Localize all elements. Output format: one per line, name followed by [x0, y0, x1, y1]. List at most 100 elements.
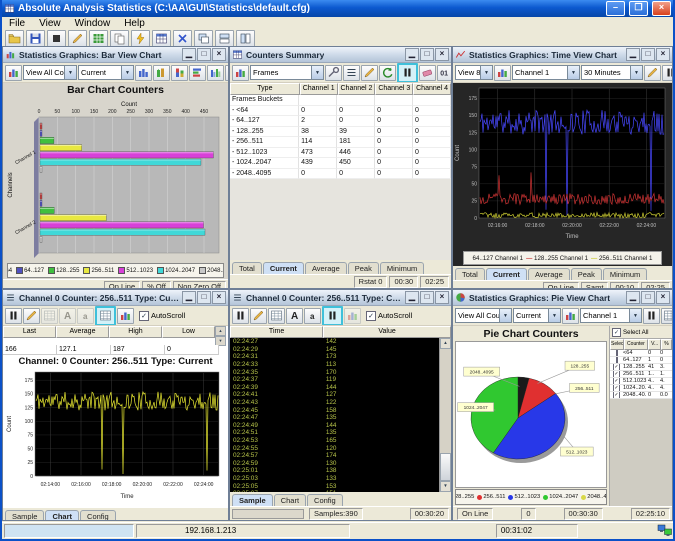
bar-chart-button[interactable]: [117, 308, 134, 324]
time-window-titlebar[interactable]: Statistics Graphics: Time View Chart ▁□×: [453, 47, 672, 63]
sample-row[interactable]: 02:24:33113: [230, 361, 451, 369]
sample-row[interactable]: 02:24:31173: [230, 353, 451, 361]
view-all-coun-combobox[interactable]: View All Coun...▼: [455, 308, 512, 323]
pie-table-row[interactable]: 64..12710: [610, 357, 672, 364]
autoscroll-checkbox[interactable]: ✓AutoScroll: [366, 311, 412, 321]
pause-button[interactable]: [397, 63, 418, 83]
pie-table-row[interactable]: ✓1024..20.4..4.: [610, 385, 672, 392]
row-checkbox[interactable]: ✓: [610, 392, 623, 398]
tab-config[interactable]: Config: [307, 494, 343, 506]
chevron-down-icon[interactable]: ▼: [480, 66, 492, 79]
chevron-down-icon[interactable]: ▼: [311, 66, 323, 79]
minimize-button[interactable]: –: [606, 1, 625, 16]
checkbox-checked-icon[interactable]: ✓: [366, 311, 376, 321]
select-all-checkbox[interactable]: ✓ Select All: [610, 326, 672, 339]
sample-row[interactable]: 02:24:51135: [230, 429, 451, 437]
chevron-down-icon[interactable]: ▼: [567, 66, 579, 79]
menu-view[interactable]: View: [32, 17, 68, 30]
grid-button[interactable]: [661, 308, 672, 324]
sample-row[interactable]: 02:24:29145: [230, 346, 451, 354]
bar-area-button[interactable]: [225, 65, 228, 81]
pause-button[interactable]: [5, 308, 22, 324]
tab-sample[interactable]: Sample: [232, 494, 273, 506]
summary-table-row[interactable]: - 512..102347344600: [230, 148, 451, 159]
view-all-cou-combobox[interactable]: View All Cou...▼: [23, 65, 77, 80]
pencil-button[interactable]: [644, 65, 661, 81]
tile-horizontal-button[interactable]: [215, 30, 234, 47]
bar-3d-button[interactable]: [153, 65, 170, 81]
sample-row[interactable]: 02:24:35170: [230, 368, 451, 376]
pie-window-titlebar[interactable]: Statistics Graphics: Pie View Chart ▁□×: [453, 290, 672, 306]
grid-button[interactable]: [95, 306, 116, 326]
cascade-button[interactable]: [194, 30, 213, 47]
bar-chart-button[interactable]: [344, 308, 361, 324]
menu-file[interactable]: File: [2, 17, 32, 30]
chevron-down-icon[interactable]: ▼: [499, 309, 511, 322]
column-header-channel-4[interactable]: Channel 4: [413, 83, 451, 95]
minimize-button[interactable]: ▁: [405, 48, 419, 61]
pie-table-row[interactable]: ✓256..5111..1.: [610, 371, 672, 378]
pause-button[interactable]: [322, 306, 343, 326]
channel-1-combobox[interactable]: Channel 1▼: [580, 308, 642, 323]
chart-select-button[interactable]: [494, 65, 511, 81]
sample-row[interactable]: 02:24:57174: [230, 452, 451, 460]
pause-button[interactable]: [643, 308, 660, 324]
scroll-down-icon[interactable]: ▼: [440, 481, 451, 492]
chart-select-button[interactable]: [562, 308, 579, 324]
row-checkbox[interactable]: ✓: [610, 378, 623, 384]
close-button[interactable]: ×: [435, 291, 449, 304]
frames-combobox[interactable]: Frames▼: [250, 65, 324, 80]
tab-chart[interactable]: Chart: [274, 494, 306, 506]
sample-row[interactable]: 02:24:55120: [230, 444, 451, 452]
blue-table-button[interactable]: [152, 30, 171, 47]
tile-vertical-button[interactable]: [236, 30, 255, 47]
sample-row[interactable]: 02:24:47135: [230, 414, 451, 422]
sample-row[interactable]: 02:25:03133: [230, 475, 451, 483]
sample-row[interactable]: 02:24:27142: [230, 338, 451, 346]
strip-window-titlebar[interactable]: Channel 0 Counter: 256..511 Type: Curren…: [3, 290, 228, 306]
row-checkbox[interactable]: [610, 350, 623, 356]
tab-chart[interactable]: Chart: [45, 510, 79, 521]
green-grid-button[interactable]: [89, 30, 108, 47]
font-down-button[interactable]: a: [77, 308, 94, 324]
chart-select-button[interactable]: [232, 65, 249, 81]
column-header-[interactable]: %: [661, 339, 672, 350]
eraser-button[interactable]: [419, 65, 436, 81]
close-button[interactable]: ×: [656, 48, 670, 61]
summary-window-titlebar[interactable]: Counters Summary ▁□×: [230, 47, 451, 63]
chevron-down-icon[interactable]: ▼: [121, 66, 133, 79]
chevron-down-icon[interactable]: ▼: [629, 309, 641, 322]
scroll-track[interactable]: [440, 349, 451, 481]
close-button[interactable]: ×: [212, 291, 226, 304]
column-header-select[interactable]: Select: [610, 339, 624, 350]
font-down-button[interactable]: a: [304, 308, 321, 324]
close-button[interactable]: ×: [652, 1, 671, 16]
pencil-button[interactable]: [361, 65, 378, 81]
sample-row[interactable]: 02:25:05153: [230, 482, 451, 490]
current-combobox[interactable]: Current▼: [78, 65, 134, 80]
close-button[interactable]: ×: [435, 48, 449, 61]
maximize-button[interactable]: □: [641, 291, 655, 304]
column-header-type[interactable]: Type: [230, 83, 300, 95]
summary-group-row[interactable]: Frames Buckets: [230, 95, 451, 106]
app-titlebar[interactable]: Absolute Analysis Statistics (C:\AA\GUI\…: [2, 0, 673, 17]
network-status-icon[interactable]: [657, 524, 673, 539]
minimize-button[interactable]: ▁: [405, 291, 419, 304]
current-combobox[interactable]: Current▼: [513, 308, 561, 323]
sample-row[interactable]: 02:24:41127: [230, 391, 451, 399]
bar-grouped-button[interactable]: [207, 65, 224, 81]
summary-table-row[interactable]: - 128..255383900: [230, 127, 451, 138]
maximize-button[interactable]: ❐: [629, 1, 648, 16]
stop-button[interactable]: [47, 30, 66, 47]
bar-stacked-button[interactable]: [171, 65, 188, 81]
list-button[interactable]: [343, 65, 360, 81]
row-checkbox[interactable]: ✓: [610, 371, 623, 377]
minimize-button[interactable]: ▁: [182, 291, 196, 304]
checkbox-checked-icon[interactable]: ✓: [139, 311, 149, 321]
minimize-button[interactable]: ▁: [182, 48, 196, 61]
samples-window-titlebar[interactable]: Channel 0 Counter: 256..511 Type: Curren…: [230, 290, 451, 306]
autoscroll-checkbox[interactable]: ✓AutoScroll: [139, 311, 185, 321]
sample-row[interactable]: 02:25:07151: [230, 490, 451, 492]
tab-average[interactable]: Average: [528, 268, 570, 280]
tab-current[interactable]: Current: [263, 262, 304, 274]
